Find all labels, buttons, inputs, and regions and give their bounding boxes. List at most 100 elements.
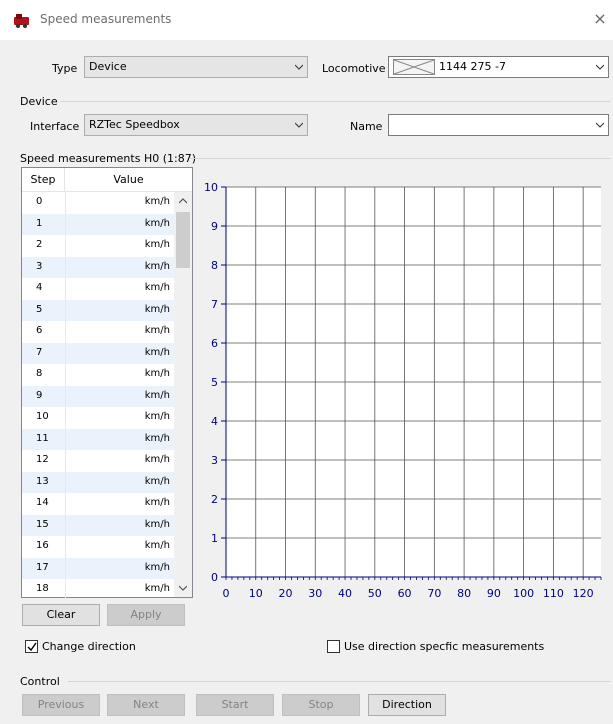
- value-cell[interactable]: km/h: [145, 583, 170, 594]
- clear-button[interactable]: Clear: [22, 604, 100, 626]
- step-cell: 14: [36, 497, 49, 508]
- x-tick-label: 50: [368, 587, 382, 600]
- direction-specific-checkbox[interactable]: [327, 640, 340, 653]
- value-cell[interactable]: km/h: [145, 411, 170, 422]
- x-tick-label: 70: [427, 587, 441, 600]
- window-title: Speed measurements: [40, 12, 172, 26]
- direction-specific-label[interactable]: Use direction specfic measurements: [344, 640, 544, 653]
- value-cell[interactable]: km/h: [145, 347, 170, 358]
- start-button[interactable]: Start: [196, 694, 274, 716]
- column-divider: [65, 385, 66, 407]
- scroll-down-icon[interactable]: [179, 584, 187, 592]
- scrollbar-thumb[interactable]: [176, 212, 190, 268]
- step-cell: 11: [36, 432, 49, 444]
- value-cell[interactable]: km/h: [145, 325, 170, 336]
- y-tick-label: 0: [211, 571, 218, 584]
- table-row[interactable]: 9 km/h: [22, 385, 174, 407]
- scroll-up-icon[interactable]: [179, 197, 187, 205]
- x-tick-label: 30: [308, 587, 322, 600]
- step-cell: 1: [36, 217, 43, 229]
- device-group-label: Device: [20, 95, 58, 108]
- change-direction-checkbox[interactable]: [25, 640, 38, 653]
- locomotive-app-icon: [14, 14, 29, 28]
- value-cell[interactable]: km/h: [145, 497, 170, 508]
- y-tick-label: 3: [211, 454, 218, 467]
- table-row[interactable]: 16 km/h: [22, 536, 174, 558]
- table-row[interactable]: 6 km/h: [22, 321, 174, 343]
- column-divider: [65, 407, 66, 429]
- x-tick-label: 110: [543, 587, 564, 600]
- table-row[interactable]: 7 km/h: [22, 342, 174, 364]
- table-row[interactable]: 5 km/h: [22, 299, 174, 321]
- table-row[interactable]: 1 km/h: [22, 213, 174, 235]
- value-cell[interactable]: km/h: [145, 476, 170, 487]
- value-cell[interactable]: km/h: [145, 562, 170, 573]
- column-divider: [65, 213, 66, 235]
- table-row[interactable]: 4 km/h: [22, 278, 174, 300]
- step-cell: 12: [36, 454, 49, 465]
- value-cell[interactable]: km/h: [145, 282, 170, 293]
- table-row[interactable]: 0 km/h: [22, 192, 174, 214]
- stop-button[interactable]: Stop: [282, 694, 360, 716]
- step-cell: 0: [36, 196, 43, 207]
- measurements-table[interactable]: Step Value 0 km/h 1 km/h 2 km/h 3 km/h 4 km/h 5 km/…: [21, 167, 193, 601]
- table-row[interactable]: 8 km/h: [22, 364, 174, 386]
- table-row[interactable]: 2 km/h: [22, 235, 174, 257]
- change-direction-label[interactable]: Change direction: [42, 640, 136, 653]
- value-cell[interactable]: km/h: [145, 304, 170, 315]
- chevron-down-icon: [596, 64, 604, 70]
- device-group-divider: [60, 101, 610, 102]
- table-row[interactable]: 14 km/h: [22, 493, 174, 515]
- x-tick-label: 120: [573, 587, 594, 600]
- column-header-value[interactable]: Value: [65, 168, 192, 192]
- column-divider: [65, 428, 66, 450]
- table-row[interactable]: 10 km/h: [22, 407, 174, 429]
- value-cell[interactable]: km/h: [145, 218, 170, 229]
- y-tick-label: 8: [211, 259, 218, 272]
- table-row[interactable]: 12 km/h: [22, 450, 174, 472]
- table-row[interactable]: 17 km/h: [22, 557, 174, 579]
- column-divider: [65, 536, 66, 558]
- x-tick-label: 90: [487, 587, 501, 600]
- direction-button[interactable]: Direction: [368, 694, 446, 716]
- table-row[interactable]: 18 km/h: [22, 579, 174, 601]
- table-row[interactable]: 15 km/h: [22, 514, 174, 536]
- value-cell[interactable]: km/h: [145, 239, 170, 250]
- table-row[interactable]: 11 km/h: [22, 428, 174, 450]
- value-cell[interactable]: km/h: [145, 519, 170, 530]
- close-icon[interactable]: ×: [592, 10, 608, 28]
- table-row[interactable]: 13 km/h: [22, 471, 174, 493]
- y-tick-label: 4: [211, 415, 218, 428]
- column-divider: [65, 450, 66, 472]
- step-cell: 15: [36, 518, 49, 530]
- x-tick-label: 60: [398, 587, 412, 600]
- step-cell: 7: [36, 346, 43, 358]
- next-button[interactable]: Next: [107, 694, 185, 716]
- y-tick-label: 9: [211, 220, 218, 233]
- previous-button[interactable]: Previous: [22, 694, 100, 716]
- value-cell[interactable]: km/h: [145, 261, 170, 272]
- interface-select[interactable]: RZTec Speedbox: [84, 114, 308, 136]
- column-header-step[interactable]: Step: [22, 168, 65, 192]
- x-tick-label: 100: [513, 587, 534, 600]
- value-cell[interactable]: km/h: [145, 368, 170, 379]
- value-cell[interactable]: km/h: [145, 433, 170, 444]
- checkmark-icon: [27, 642, 37, 652]
- type-select[interactable]: Device: [84, 56, 308, 78]
- column-divider: [65, 471, 66, 493]
- apply-button[interactable]: Apply: [107, 604, 185, 626]
- table-row[interactable]: 3 km/h: [22, 256, 174, 278]
- y-tick-label: 10: [204, 181, 218, 194]
- table-scrollbar[interactable]: [174, 192, 192, 597]
- locomotive-image-placeholder-icon: [393, 59, 435, 75]
- interface-label: Interface: [30, 120, 80, 133]
- type-label: Type: [52, 62, 78, 75]
- value-cell[interactable]: km/h: [145, 454, 170, 465]
- name-select[interactable]: [388, 114, 609, 136]
- step-cell: 9: [36, 389, 43, 401]
- y-tick-label: 7: [211, 298, 218, 311]
- value-cell[interactable]: km/h: [145, 390, 170, 401]
- value-cell[interactable]: km/h: [145, 196, 170, 207]
- locomotive-select[interactable]: 1144 275 -7: [388, 56, 609, 78]
- value-cell[interactable]: km/h: [145, 540, 170, 551]
